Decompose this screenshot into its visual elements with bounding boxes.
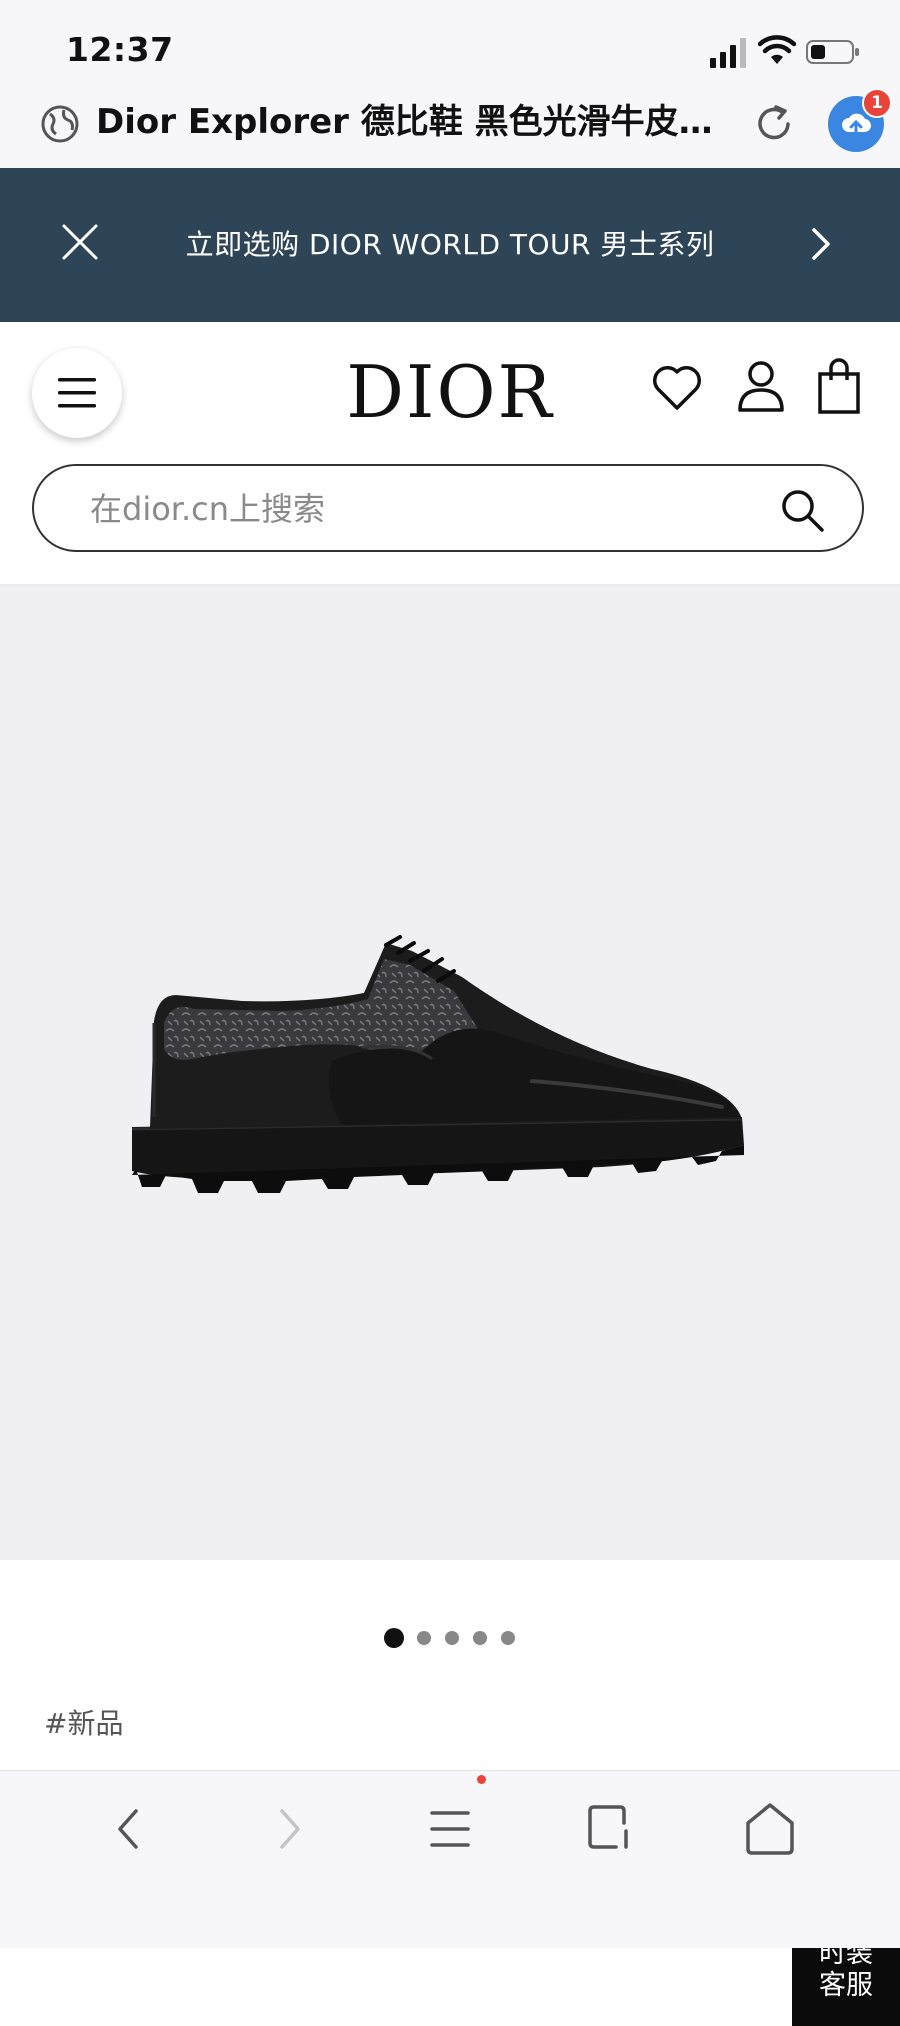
product-image [132, 935, 744, 1193]
chevron-right-icon[interactable] [258, 1799, 318, 1859]
carousel-dot[interactable] [501, 1631, 515, 1645]
promo-text[interactable]: 立即选购 DIOR WORLD TOUR 男士系列 [120, 168, 780, 322]
status-time: 12:37 [66, 30, 174, 69]
search-input[interactable] [88, 484, 772, 534]
chevron-left-icon[interactable] [100, 1799, 160, 1859]
carousel-dot[interactable] [417, 1631, 431, 1645]
page-title[interactable]: Dior Explorer 德比鞋 黑色光滑牛皮革… [96, 100, 716, 144]
site-header: DIOR [0, 322, 900, 452]
hamburger-icon [58, 378, 96, 408]
close-icon[interactable] [58, 220, 102, 264]
globe-icon [41, 105, 79, 143]
chevron-right-icon[interactable] [806, 224, 836, 264]
menu-icon[interactable] [420, 1799, 480, 1859]
notification-badge: 1 [862, 88, 892, 118]
reload-icon[interactable] [752, 102, 796, 146]
status-bar: 12:37 [0, 0, 900, 80]
product-image-carousel[interactable]: 时装 客服 [0, 586, 900, 2026]
product-tag: #新品 [44, 1707, 124, 1740]
home-icon[interactable] [740, 1799, 800, 1859]
carousel-dot[interactable] [384, 1628, 404, 1648]
cellular-signal-icon [710, 38, 746, 68]
menu-button[interactable] [32, 348, 122, 438]
search-bar[interactable] [32, 464, 864, 552]
chat-label-line2: 客服 [819, 1970, 873, 2001]
browser-toolbar [0, 1770, 900, 1948]
wifi-icon [758, 35, 796, 64]
heart-icon[interactable] [650, 362, 704, 414]
promo-banner[interactable]: 立即选购 DIOR WORLD TOUR 男士系列 [0, 168, 900, 322]
dior-logo[interactable]: DIOR [340, 352, 560, 432]
carousel-dot[interactable] [473, 1631, 487, 1645]
shopping-bag-icon[interactable] [816, 356, 862, 416]
address-bar[interactable]: Dior Explorer 德比鞋 黑色光滑牛皮革… 1 [0, 80, 900, 168]
battery-icon [806, 40, 859, 64]
notification-dot [477, 1775, 486, 1784]
carousel-dot[interactable] [445, 1631, 459, 1645]
user-icon[interactable] [736, 358, 786, 414]
tabs-icon[interactable] [580, 1799, 640, 1859]
search-icon[interactable] [778, 486, 826, 534]
